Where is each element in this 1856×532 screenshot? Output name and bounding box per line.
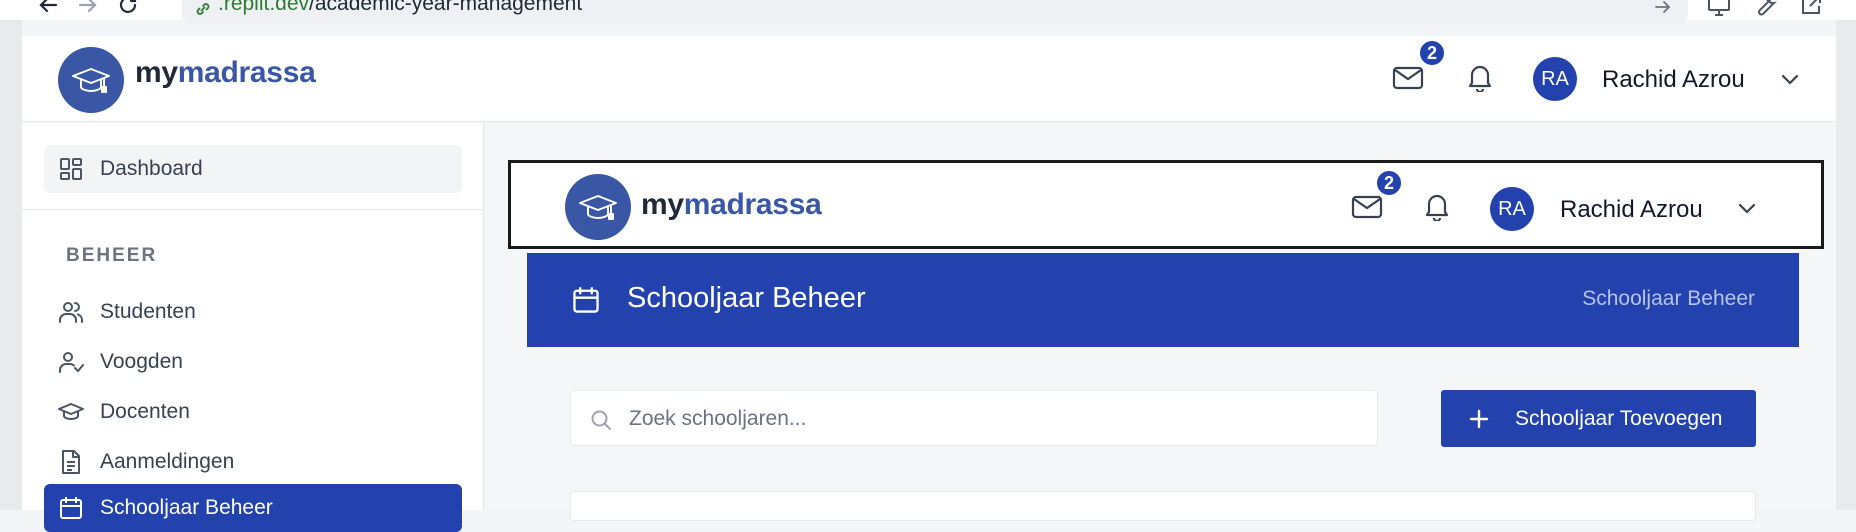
- sidebar-item-docenten[interactable]: Docenten: [44, 388, 462, 436]
- wrench-icon[interactable]: [1752, 0, 1778, 18]
- sidebar-item-aanmeldingen[interactable]: Aanmeldingen: [44, 438, 462, 486]
- sidebar-item-voogden[interactable]: Voogden: [44, 338, 462, 386]
- sidebar-item-label: Dashboard: [100, 157, 203, 180]
- calendar-icon: [58, 495, 84, 521]
- brand-name[interactable]: mymadrassa: [641, 188, 822, 222]
- open-external-icon[interactable]: [1798, 0, 1824, 18]
- messages-badge: 2: [1418, 39, 1446, 67]
- monitor-icon[interactable]: [1706, 0, 1732, 18]
- layout-grid-icon: [58, 156, 84, 182]
- site-info-icon[interactable]: [194, 0, 212, 18]
- add-button-label: Schooljaar Toevoegen: [1515, 406, 1723, 430]
- mail-icon[interactable]: [1351, 193, 1383, 221]
- sidebar-item-studenten[interactable]: Studenten: [44, 288, 462, 336]
- mail-icon[interactable]: [1392, 64, 1424, 92]
- sidebar: Dashboard BEHEER Studenten Voogden Docen…: [22, 123, 484, 532]
- sidebar-divider: [22, 209, 484, 210]
- address-bar[interactable]: .replit.dev/academic-year-management: [182, 0, 1688, 24]
- user-check-icon: [58, 349, 84, 375]
- file-text-icon: [58, 449, 84, 475]
- schoolyear-table: [570, 491, 1756, 521]
- sidebar-item-dashboard[interactable]: Dashboard: [44, 145, 462, 193]
- back-icon[interactable]: [36, 0, 60, 17]
- user-name[interactable]: Rachid Azrou: [1560, 196, 1703, 224]
- reload-icon[interactable]: [116, 0, 140, 17]
- search-icon: [589, 408, 613, 432]
- url-text: .replit.dev/academic-year-management: [218, 0, 583, 15]
- graduation-cap-icon: [58, 399, 84, 425]
- window-border-right: [1836, 20, 1856, 510]
- calendar-icon: [571, 285, 601, 315]
- search-box: [570, 390, 1378, 446]
- sidebar-item-label: Studenten: [100, 300, 196, 323]
- user-name[interactable]: Rachid Azrou: [1602, 66, 1745, 94]
- users-icon: [58, 299, 84, 325]
- logo-icon[interactable]: [565, 174, 631, 240]
- search-input[interactable]: [629, 401, 1349, 437]
- chevron-down-icon[interactable]: [1778, 67, 1802, 91]
- add-schoolyear-button[interactable]: Schooljaar Toevoegen: [1441, 390, 1756, 447]
- app-header: mymadrassa 2 RA Rachid Azrou: [22, 36, 1836, 122]
- browser-toolbar: .replit.dev/academic-year-management: [0, 0, 1856, 24]
- sidebar-item-label: Schooljaar Beheer: [100, 496, 273, 519]
- avatar[interactable]: RA: [1533, 57, 1577, 101]
- window-border-left: [0, 20, 22, 510]
- forward-icon[interactable]: [76, 0, 100, 17]
- page-header-banner: Schooljaar Beheer Schooljaar Beheer: [527, 253, 1799, 347]
- logo-icon[interactable]: [58, 47, 124, 113]
- messages-badge: 2: [1375, 169, 1403, 197]
- brand-name[interactable]: mymadrassa: [135, 56, 316, 90]
- breadcrumb[interactable]: Schooljaar Beheer: [1582, 287, 1755, 311]
- chevron-down-icon[interactable]: [1735, 196, 1759, 220]
- arrow-right-icon[interactable]: [1654, 0, 1672, 16]
- page-title: Schooljaar Beheer: [627, 282, 866, 314]
- highlighted-header-region: mymadrassa 2 RA Rachid Azrou: [508, 160, 1824, 249]
- bell-icon[interactable]: [1423, 191, 1451, 221]
- sidebar-section-title: BEHEER: [66, 245, 158, 266]
- sidebar-item-label: Aanmeldingen: [100, 450, 235, 473]
- avatar[interactable]: RA: [1490, 187, 1534, 231]
- sidebar-item-schooljaar-beheer[interactable]: Schooljaar Beheer: [44, 484, 462, 532]
- sidebar-item-label: Docenten: [100, 400, 190, 423]
- bell-icon[interactable]: [1466, 62, 1494, 92]
- sidebar-item-label: Voogden: [100, 350, 183, 373]
- plus-icon: [1467, 407, 1491, 431]
